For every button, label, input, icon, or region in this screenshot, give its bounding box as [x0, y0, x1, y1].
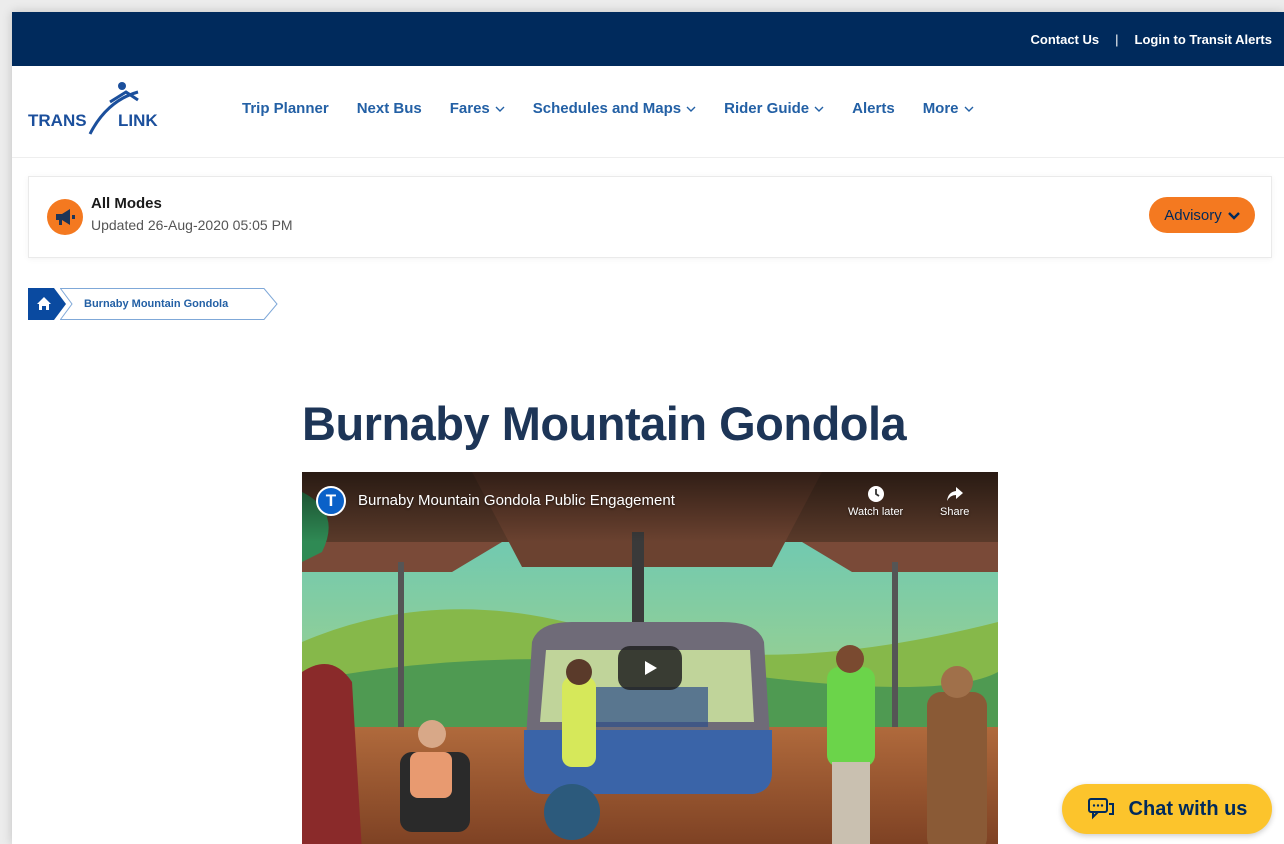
page-title: Burnaby Mountain Gondola [302, 397, 907, 450]
main-navigation: TRANS LINK Trip Planner Next Bus Fares S… [12, 66, 1284, 158]
nav-fares[interactable]: Fares [450, 100, 505, 117]
chat-with-us-button[interactable]: Chat with us [1062, 784, 1272, 834]
chevron-down-icon [964, 106, 974, 112]
chevron-down-icon [686, 106, 696, 112]
nav-alerts[interactable]: Alerts [852, 100, 895, 117]
nav-links: Trip Planner Next Bus Fares Schedules an… [242, 100, 974, 117]
megaphone-icon [47, 199, 83, 235]
utility-bar: Contact Us | Login to Transit Alerts [12, 12, 1284, 66]
utility-separator: | [1115, 31, 1119, 47]
service-alert-banner: All Modes Updated 26-Aug-2020 05:05 PM A… [28, 176, 1272, 258]
chat-bubble-icon [1087, 798, 1114, 820]
video-player[interactable]: T Burnaby Mountain Gondola Public Engage… [302, 472, 998, 844]
nav-trip-planner[interactable]: Trip Planner [242, 100, 329, 117]
chevron-down-icon [495, 106, 505, 112]
channel-avatar[interactable]: T [316, 486, 346, 516]
breadcrumb: Burnaby Mountain Gondola [28, 288, 278, 320]
nav-more[interactable]: More [923, 100, 974, 117]
nav-schedules-and-maps[interactable]: Schedules and Maps [533, 100, 696, 117]
breadcrumb-current[interactable]: Burnaby Mountain Gondola [60, 288, 278, 320]
nav-next-bus[interactable]: Next Bus [357, 100, 422, 117]
login-transit-alerts-link[interactable]: Login to Transit Alerts [1135, 32, 1272, 47]
alert-updated-time: Updated 26-Aug-2020 05:05 PM [91, 217, 293, 233]
chevron-down-icon [814, 106, 824, 112]
logo-text-right: LINK [118, 111, 158, 130]
page-frame: Contact Us | Login to Transit Alerts TRA… [12, 12, 1284, 844]
chat-label: Chat with us [1128, 797, 1248, 820]
clock-icon [867, 486, 884, 502]
breadcrumb-current-label: Burnaby Mountain Gondola [84, 298, 229, 310]
alert-title: All Modes [91, 195, 162, 212]
share-arrow-icon [946, 487, 963, 501]
advisory-button[interactable]: Advisory [1149, 197, 1255, 233]
contact-us-link[interactable]: Contact Us [1031, 32, 1100, 47]
logo-text-left: TRANS [28, 111, 87, 130]
translink-logo-mark: TRANS LINK [28, 82, 158, 135]
nav-rider-guide[interactable]: Rider Guide [724, 100, 824, 117]
chevron-down-icon [1227, 211, 1240, 220]
video-title[interactable]: Burnaby Mountain Gondola Public Engageme… [358, 492, 675, 509]
share-button[interactable]: Share [940, 484, 969, 518]
advisory-label: Advisory [1164, 206, 1222, 224]
play-button[interactable] [618, 646, 682, 690]
play-icon [645, 661, 657, 675]
watch-later-button[interactable]: Watch later [848, 484, 903, 518]
translink-logo[interactable]: TRANS LINK [26, 78, 166, 142]
